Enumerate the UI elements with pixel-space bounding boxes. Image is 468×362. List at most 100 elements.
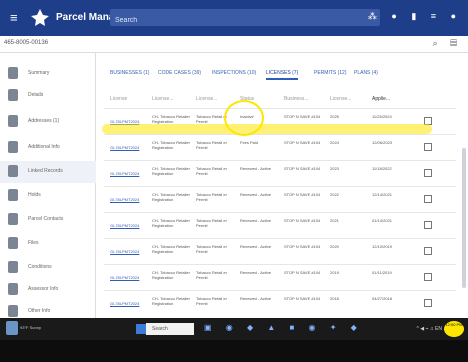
record-tabs: BUSINESSES (1) CODE CASES (39) INSPECTIO… [96, 67, 468, 81]
sidebar-item-label: Linked Records [28, 168, 63, 174]
sidebar-item-label: Holds [28, 192, 41, 198]
status-cell: Renewed - Active [240, 192, 272, 197]
sidebar-item-details[interactable]: Details [0, 85, 96, 107]
sidebar-item-conditions[interactable]: Conditions [0, 257, 96, 279]
column-header[interactable]: License... [330, 96, 351, 102]
sidebar-item-label: Additional Info [28, 144, 60, 150]
table-row[interactable]: GL78LPMT2024 CH- Tobacco Retailer Registr… [104, 160, 456, 186]
app-logo-icon [31, 9, 49, 26]
hamburger-menu-icon[interactable]: ≡ [10, 11, 18, 24]
sidebar-item-label: Other Info [28, 308, 51, 314]
table-row[interactable]: GL78LPMT2024 CH- Tobacco Retailer Registr… [104, 212, 456, 238]
business-cell: STOP N SAVE #104 [284, 166, 321, 171]
business-cell: STOP N SAVE #104 [284, 270, 321, 275]
column-header-applied-sorted[interactable]: Applie... [372, 96, 390, 102]
business-cell: STOP N SAVE #104 [284, 114, 321, 119]
license-description-cell: Tobacco Retail er Permit [196, 192, 227, 202]
column-header[interactable]: License... [152, 96, 173, 102]
tab-inspections[interactable]: INSPECTIONS (10) [212, 70, 256, 76]
taskbar-search[interactable]: Search [146, 323, 194, 335]
license-description-cell: Tobacco Retail er Permit [196, 218, 227, 228]
sidebar-item-holds[interactable]: Holds [0, 185, 96, 207]
table-row[interactable]: GL78LPMT2024 CH- Tobacco Retailer Registr… [104, 290, 456, 316]
sidebar-item-label: Assessor Info [28, 286, 59, 292]
column-header[interactable]: Business... [284, 96, 308, 102]
license-type-cell: CH- Tobacco Retailer Registration [152, 140, 190, 150]
header-action-icons[interactable]: ⁂ ● ▮ ≡ ● [368, 11, 462, 22]
details-icon [8, 89, 18, 101]
license-id-link[interactable]: GL78LPMT2024 [110, 197, 148, 202]
app-header: ≡ Parcel Manager ⁂ ● ▮ ≡ ● [0, 0, 468, 36]
sidebar-item-label: Conditions [28, 264, 52, 270]
license-description-cell: Tobacco Retail er Permit [196, 140, 227, 150]
license-type-cell: CH- Tobacco Retailer Registration [152, 192, 190, 202]
system-tray-icons[interactable]: ^ ◀ ⌁ ♫ EN [417, 326, 442, 332]
applied-date-cell: 12/06/2023 [372, 140, 393, 145]
sidebar-item-summary[interactable]: Summary [0, 63, 96, 85]
license-id-link[interactable]: GL78LPMT2024 [110, 171, 148, 176]
record-actions-icons[interactable]: ⌕ ▤ [433, 38, 462, 49]
table-row[interactable]: GL78LPMT2024 CH- Tobacco Retailer Registr… [104, 264, 456, 290]
tab-permits[interactable]: PERMITS (12) [314, 70, 347, 76]
sidebar-item-files[interactable]: Files [0, 233, 96, 255]
global-search[interactable] [110, 9, 380, 29]
edit-icon[interactable] [424, 195, 432, 203]
table-row[interactable]: GL78LPMT2024 CH- Tobacco Retailer Registr… [104, 186, 456, 212]
column-header[interactable]: License [110, 96, 127, 102]
edit-icon[interactable] [424, 247, 432, 255]
pinned-apps-icons[interactable]: ▣ ◉ ◆ ▲ ■ ◉ ✦ ◆ [204, 323, 363, 332]
status-cell: Fees Paid [240, 140, 259, 145]
license-year-cell: 2023 [330, 166, 339, 171]
sidebar-item-label: Addresses (1) [28, 118, 60, 124]
sidebar-item-label: Details [28, 92, 44, 98]
start-button[interactable] [136, 324, 146, 334]
linked-records-panel: BUSINESSES (1) CODE CASES (39) INSPECTIO… [96, 53, 468, 318]
license-description-cell: Tobacco Retail er Permit [196, 166, 227, 176]
tab-code-cases[interactable]: CODE CASES (39) [158, 70, 201, 76]
business-cell: STOP N SAVE #104 [284, 218, 321, 223]
license-type-cell: CH- Tobacco Retailer Registration [152, 244, 190, 254]
sidebar-item-parcel-contacts[interactable]: Parcel Contacts [0, 209, 96, 231]
applied-date-cell: 01/14/2021 [372, 218, 393, 223]
license-year-cell: 2021 [330, 218, 339, 223]
status-cell: Renewed - Active [240, 244, 272, 249]
global-search-input[interactable] [110, 12, 380, 29]
column-header[interactable]: License... [196, 96, 217, 102]
license-id-link[interactable]: GL78LPMT2024 [110, 145, 148, 150]
edit-icon[interactable] [424, 299, 432, 307]
license-id-link[interactable]: GL78LPMT2024 [110, 275, 148, 280]
license-description-cell: Tobacco Retail er Permit [196, 244, 227, 254]
license-id-link[interactable]: GL78LPMT2024 [110, 223, 148, 228]
edit-icon[interactable] [424, 143, 432, 151]
weather-icon[interactable] [6, 321, 18, 335]
license-id-link[interactable]: GL78LPMT2024 [110, 301, 148, 306]
table-row[interactable]: GL78LPMT2024 CH- Tobacco Retailer Registr… [104, 134, 456, 160]
edit-icon[interactable] [424, 273, 432, 281]
license-type-cell: CH- Tobacco Retailer Registration [152, 114, 190, 124]
tab-licenses[interactable]: LICENSES (7) [266, 70, 299, 80]
edit-icon[interactable] [424, 221, 432, 229]
sidebar-item-addresses[interactable]: Addresses (1) [0, 111, 96, 133]
sidebar-item-linked-records[interactable]: Linked Records [0, 161, 96, 183]
vertical-scrollbar[interactable] [462, 148, 466, 288]
sidebar-item-assessor-info[interactable]: Assessor Info [0, 279, 96, 301]
table-row[interactable]: GL78LPMT2024 CH- Tobacco Retailer Registr… [104, 238, 456, 264]
status-cell: Renewed - Active [240, 296, 272, 301]
license-type-cell: CH- Tobacco Retailer Registration [152, 270, 190, 280]
license-type-cell: CH- Tobacco Retailer Registration [152, 296, 190, 306]
location-pin-icon [8, 115, 18, 127]
tab-plans[interactable]: PLANS (4) [354, 70, 378, 76]
license-year-cell: 2019 [330, 270, 339, 275]
license-year-cell: 2022 [330, 192, 339, 197]
conditions-icon [8, 261, 18, 273]
license-id-link[interactable]: GL78LPMT2024 [110, 249, 148, 254]
sidebar-item-label: Summary [28, 70, 50, 76]
clock[interactable]: 12:00 PM [444, 321, 464, 337]
tab-businesses[interactable]: BUSINESSES (1) [110, 70, 149, 76]
edit-icon[interactable] [424, 169, 432, 177]
record-id-bar: 465-8005-00136 ⌕ ▤ [0, 36, 468, 53]
applied-date-cell: 11/18/2022 [372, 166, 392, 171]
sidebar-item-label: Parcel Contacts [28, 216, 64, 222]
sidebar-item-additional-info[interactable]: Additional Info [0, 137, 96, 159]
license-year-cell: 2025 [330, 114, 339, 119]
